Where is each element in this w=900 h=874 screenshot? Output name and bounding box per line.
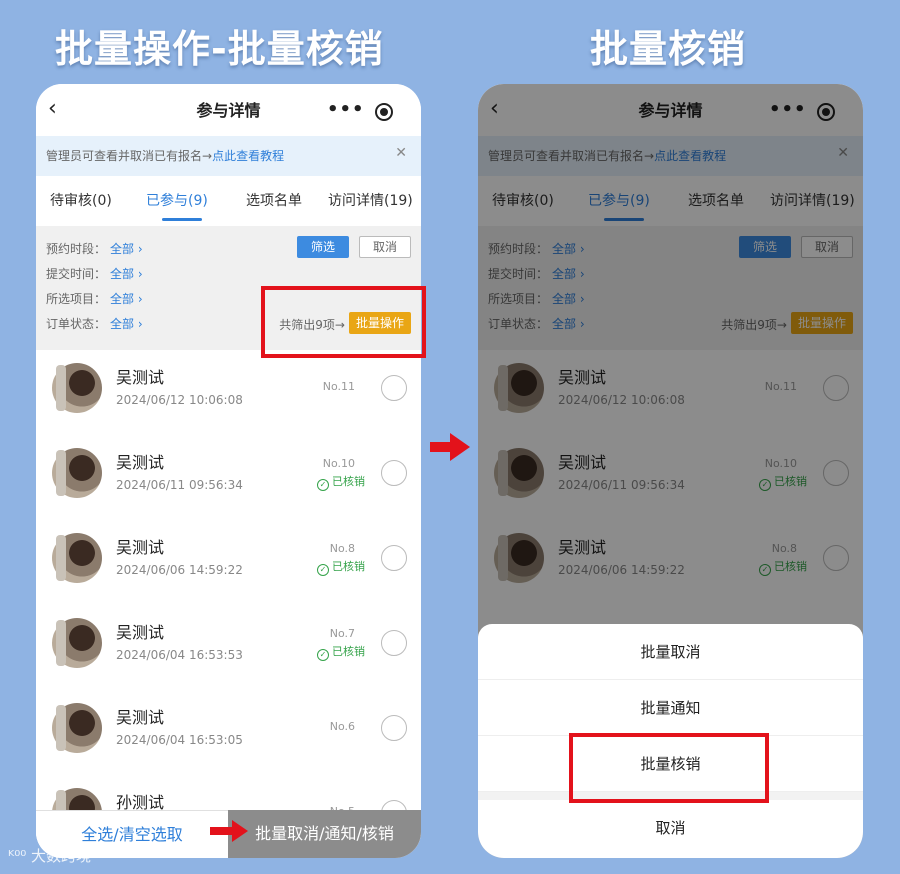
avatar bbox=[52, 363, 102, 413]
watermark-logo-icon: ᴷ⁰⁰ bbox=[8, 847, 27, 865]
participant-time: 2024/06/04 16:53:53 bbox=[116, 648, 243, 662]
watermark: ᴷ⁰⁰ 大数跨境 bbox=[8, 847, 92, 865]
tab-pending[interactable]: 待审核(0) bbox=[50, 190, 112, 210]
sheet-batch-cancel[interactable]: 批量取消 bbox=[478, 624, 863, 680]
arrow-icon bbox=[210, 820, 248, 842]
tab-visit-details[interactable]: 访问详情(19) bbox=[328, 190, 413, 210]
mini-program-capsule: ••• bbox=[315, 96, 407, 128]
notice-text: 管理员可查看并取消已有报名→ bbox=[46, 149, 213, 163]
list-item[interactable]: 吴测试 2024/06/12 10:06:08 No.11 bbox=[36, 350, 421, 428]
participant-time: 2024/06/12 10:06:08 bbox=[116, 393, 243, 407]
select-radio[interactable] bbox=[381, 630, 407, 656]
close-icon[interactable]: ✕ bbox=[395, 145, 407, 161]
cancel-filter-button[interactable]: 取消 bbox=[359, 236, 411, 258]
list-item[interactable]: 吴测试 2024/06/11 09:56:34 No.10 ✓ 已核销 bbox=[36, 435, 421, 513]
filter-row-slot[interactable]: 预约时段： 全部 › bbox=[46, 240, 143, 257]
sheet-cancel[interactable]: 取消 bbox=[478, 800, 863, 856]
tab-active-indicator bbox=[162, 218, 202, 221]
check-icon: ✓ bbox=[317, 649, 329, 661]
verified-badge: ✓ 已核销 bbox=[317, 558, 365, 576]
avatar bbox=[52, 533, 102, 583]
participant-name: 吴测试 bbox=[116, 708, 165, 727]
left-heading: 批量操作-批量核销 bbox=[55, 27, 384, 71]
participant-name: 吴测试 bbox=[116, 453, 165, 472]
avatar bbox=[52, 448, 102, 498]
tab-joined[interactable]: 已参与(9) bbox=[146, 190, 208, 210]
select-radio[interactable] bbox=[381, 460, 407, 486]
left-phone-screen: ‹ 参与详情 ••• 管理员可查看并取消已有报名→点此查看教程 ✕ 待审核(0)… bbox=[36, 84, 421, 858]
select-radio[interactable] bbox=[381, 715, 407, 741]
batch-actions-button[interactable]: 批量取消/通知/核销 bbox=[228, 810, 421, 858]
participant-time: 2024/06/06 14:59:22 bbox=[116, 563, 243, 577]
participant-number: No.11 bbox=[322, 380, 355, 393]
participant-number: No.7 bbox=[329, 627, 355, 640]
close-program-icon[interactable] bbox=[375, 103, 393, 121]
participant-number: No.6 bbox=[329, 720, 355, 733]
list-item[interactable]: 吴测试 2024/06/04 16:53:05 No.6 bbox=[36, 690, 421, 768]
list-item[interactable]: 吴测试 2024/06/04 16:53:53 No.7 ✓ 已核销 bbox=[36, 605, 421, 683]
tab-option-list[interactable]: 选项名单 bbox=[246, 190, 302, 210]
filter-button[interactable]: 筛选 bbox=[297, 236, 349, 258]
list-item[interactable]: 吴测试 2024/06/06 14:59:22 No.8 ✓ 已核销 bbox=[36, 520, 421, 598]
select-radio[interactable] bbox=[381, 375, 407, 401]
highlight-box bbox=[569, 733, 769, 803]
select-radio[interactable] bbox=[381, 545, 407, 571]
highlight-box bbox=[261, 286, 426, 358]
arrow-right-icon bbox=[430, 433, 470, 461]
participant-number: No.8 bbox=[329, 542, 355, 555]
participant-name: 吴测试 bbox=[116, 538, 165, 557]
participant-number: No.10 bbox=[322, 457, 355, 470]
more-icon[interactable]: ••• bbox=[327, 99, 365, 120]
sheet-batch-notify[interactable]: 批量通知 bbox=[478, 680, 863, 736]
participant-name: 吴测试 bbox=[116, 623, 165, 642]
check-icon: ✓ bbox=[317, 479, 329, 491]
notice-bar: 管理员可查看并取消已有报名→点此查看教程 ✕ bbox=[36, 136, 421, 176]
avatar bbox=[52, 703, 102, 753]
participant-name: 吴测试 bbox=[116, 368, 165, 387]
right-heading: 批量核销 bbox=[590, 27, 747, 71]
tutorial-link[interactable]: 点此查看教程 bbox=[212, 149, 284, 163]
tab-bar: 待审核(0) 已参与(9) 选项名单 访问详情(19) bbox=[36, 176, 421, 224]
verified-badge: ✓ 已核销 bbox=[317, 473, 365, 491]
filter-row-order-status[interactable]: 订单状态： 全部 › bbox=[46, 315, 143, 332]
avatar bbox=[52, 618, 102, 668]
navbar: ‹ 参与详情 ••• bbox=[36, 84, 421, 136]
filter-row-submit-time[interactable]: 提交时间： 全部 › bbox=[46, 265, 143, 282]
filter-row-project[interactable]: 所选项目： 全部 › bbox=[46, 290, 143, 307]
check-icon: ✓ bbox=[317, 564, 329, 576]
verified-badge: ✓ 已核销 bbox=[317, 643, 365, 661]
participant-time: 2024/06/11 09:56:34 bbox=[116, 478, 243, 492]
participant-time: 2024/06/04 16:53:05 bbox=[116, 733, 243, 747]
